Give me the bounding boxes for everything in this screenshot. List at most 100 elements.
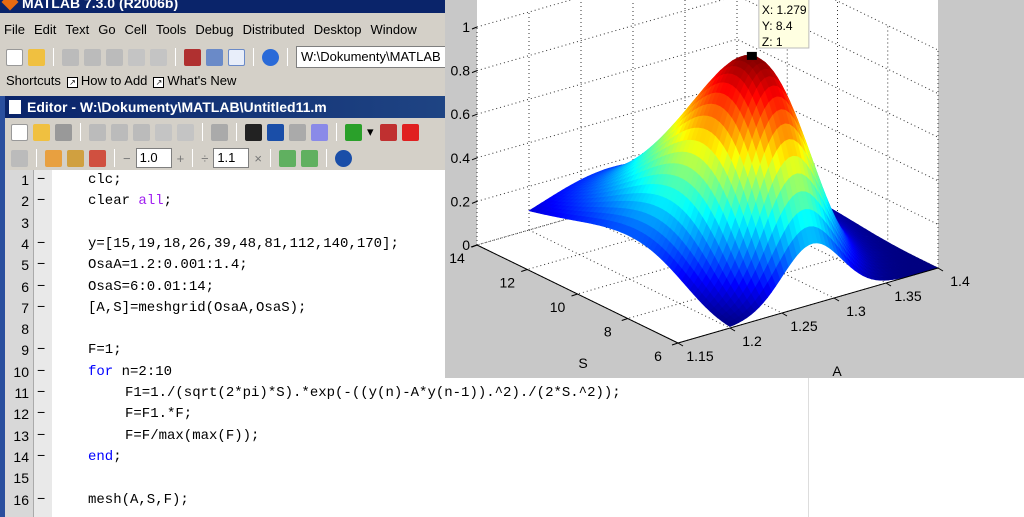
y-tick-label: 6	[654, 348, 662, 364]
code-line[interactable]: 12− F=F1.*F;	[5, 404, 1005, 425]
profiler-icon[interactable]	[228, 48, 245, 66]
forward-arrow-icon[interactable]	[289, 123, 306, 141]
function-icon[interactable]	[311, 123, 328, 141]
decrement-value-input[interactable]: 1.0	[135, 148, 172, 168]
line-number: 4	[21, 235, 29, 252]
executable-line-marker[interactable]: −	[37, 191, 45, 212]
redo-icon[interactable]	[177, 123, 194, 141]
clear-breakpoints-icon[interactable]	[402, 123, 419, 141]
executable-line-marker[interactable]: −	[37, 447, 45, 468]
toolbar-divider	[80, 123, 81, 141]
toolbar-divider	[192, 149, 194, 167]
run-icon[interactable]	[345, 123, 362, 141]
toolbar-divider	[325, 149, 327, 167]
shortcut-whats-new[interactable]: ↗ What's New	[153, 73, 236, 88]
menu-file[interactable]: File	[4, 22, 25, 37]
x-tick	[781, 312, 788, 317]
surface-plot[interactable]: 00.20.40.60.81681012141.151.21.251.31.35…	[445, 0, 1024, 379]
line-number: 1	[21, 172, 29, 188]
code-line[interactable]: 16− mesh(A,S,F);	[5, 490, 1005, 511]
z-tick	[471, 26, 478, 30]
insert-cell-divider-icon[interactable]	[278, 149, 296, 167]
find-binoculars-icon[interactable]	[245, 123, 262, 141]
line-number: 13	[13, 427, 29, 444]
divide-value-input[interactable]: 1.1	[213, 148, 250, 168]
evaluate-cell-advance-icon[interactable]	[67, 149, 84, 167]
executable-line-marker[interactable]: −	[37, 490, 45, 511]
menu-distributed[interactable]: Distributed	[243, 22, 305, 37]
code-text: y=[15,19,18,26,39,48,81,112,140,170];	[88, 234, 399, 255]
simulink-icon[interactable]	[184, 48, 201, 66]
open-folder-icon[interactable]	[28, 48, 45, 66]
cut-icon[interactable]	[89, 123, 106, 141]
cell-divider-menu-icon[interactable]	[300, 149, 318, 167]
menu-desktop[interactable]: Desktop	[314, 22, 362, 37]
code-text: OsaA=1.2:0.001:1.4;	[88, 255, 248, 276]
code-token: [A,S]=meshgrid(OsaA,OsaS);	[88, 299, 307, 316]
executable-line-marker[interactable]: −	[37, 298, 45, 319]
new-file-icon[interactable]	[6, 48, 23, 66]
executable-line-marker[interactable]: −	[37, 404, 45, 425]
y-tick	[571, 293, 578, 297]
main-toolbar: W:\Dokumenty\MATLAB	[0, 45, 456, 69]
back-arrow-icon[interactable]	[267, 123, 284, 141]
plus-icon[interactable]: +	[177, 151, 185, 166]
code-line[interactable]: 11− F1=1./(sqrt(2*pi)*S).*exp(-((y(n)-A*y…	[5, 383, 1005, 404]
toolbar-divider	[236, 123, 237, 141]
save-icon[interactable]	[55, 123, 72, 141]
menu-edit[interactable]: Edit	[34, 22, 56, 37]
toolbar-divider	[114, 149, 115, 167]
executable-line-marker[interactable]: −	[37, 383, 45, 404]
executable-line-marker[interactable]: −	[37, 277, 45, 298]
copy-icon[interactable]	[84, 48, 101, 66]
paste-icon[interactable]	[133, 123, 150, 141]
z-tick-label: 0.8	[451, 63, 471, 79]
executable-line-marker[interactable]: −	[37, 234, 45, 255]
code-text: clear all;	[88, 191, 172, 212]
x-axis-label: A	[832, 363, 842, 378]
cut-icon[interactable]	[62, 48, 79, 66]
executable-line-marker[interactable]: −	[37, 170, 45, 191]
code-line[interactable]: 13− F=F/max(max(F));	[5, 426, 1005, 447]
menu-text[interactable]: Text	[65, 22, 89, 37]
code-text: OsaS=6:0.01:14;	[88, 277, 214, 298]
minus-icon[interactable]: −	[123, 151, 131, 166]
redo-icon[interactable]	[150, 48, 167, 66]
evaluate-cell-icon[interactable]	[45, 149, 62, 167]
menu-tools[interactable]: Tools	[156, 22, 186, 37]
undo-icon[interactable]	[128, 48, 145, 66]
line-number: 10	[13, 363, 29, 380]
divide-icon[interactable]: ÷	[201, 151, 208, 166]
evaluate-file-icon[interactable]	[89, 149, 106, 167]
current-directory-input[interactable]: W:\Dokumenty\MATLAB	[296, 46, 456, 68]
line-number: 6	[21, 278, 29, 295]
menu-go[interactable]: Go	[98, 22, 115, 37]
code-line[interactable]: 14− end;	[5, 447, 1005, 468]
set-breakpoint-icon[interactable]	[380, 123, 397, 141]
executable-line-marker[interactable]: −	[37, 255, 45, 276]
new-file-icon[interactable]	[11, 123, 28, 141]
menu-cell[interactable]: Cell	[125, 22, 147, 37]
executable-line-marker[interactable]: −	[37, 426, 45, 447]
line-number: 8	[21, 321, 29, 338]
cell-mode-icon[interactable]	[11, 149, 28, 167]
code-line[interactable]: 15	[5, 468, 1005, 489]
help-icon[interactable]	[262, 48, 279, 66]
multiply-icon[interactable]: ×	[254, 151, 262, 166]
open-folder-icon[interactable]	[33, 123, 50, 141]
print-icon[interactable]	[211, 123, 228, 141]
paste-icon[interactable]	[106, 48, 123, 66]
z-tick	[471, 113, 478, 117]
run-dropdown-icon[interactable]: ▾	[367, 124, 375, 141]
menu-debug[interactable]: Debug	[195, 22, 233, 37]
executable-line-marker[interactable]: −	[37, 340, 45, 361]
executable-line-marker[interactable]: −	[37, 362, 45, 383]
document-icon	[9, 100, 21, 114]
menu-window[interactable]: Window	[370, 22, 416, 37]
copy-icon[interactable]	[111, 123, 128, 141]
undo-icon[interactable]	[155, 123, 172, 141]
shortcut-how-to-add[interactable]: ↗ How to Add	[66, 73, 147, 88]
cell-info-icon[interactable]	[334, 149, 352, 167]
guide-icon[interactable]	[206, 48, 223, 66]
y-tick-label: 8	[604, 324, 612, 340]
